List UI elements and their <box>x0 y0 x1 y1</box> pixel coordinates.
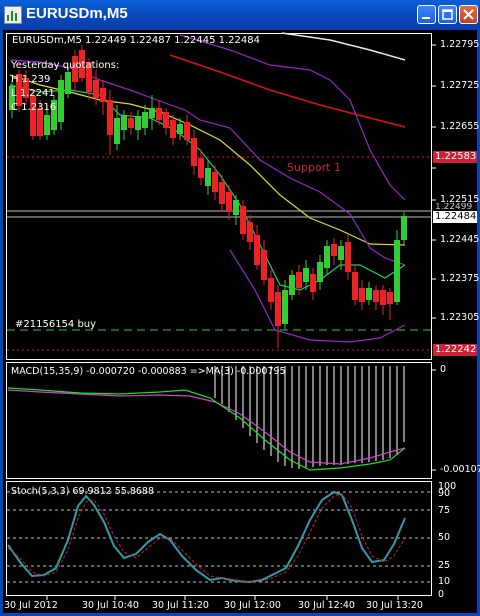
yesterday-close: C 1.2316 <box>11 102 57 113</box>
yesterday-high: H 1.239 <box>11 74 51 85</box>
ma-white-line <box>281 32 406 61</box>
macd-signal-line <box>7 389 406 465</box>
price-tick: 1.22795 <box>440 39 480 50</box>
stoch-tick: 90 <box>438 488 451 499</box>
macd-histogram <box>214 366 405 469</box>
yesterday-title: Yesterday quotations: <box>11 60 120 71</box>
price-tick: 1.22725 <box>440 80 480 91</box>
price-tick: 1.22375 <box>440 273 480 284</box>
order-price-marker: 1.22242 <box>433 344 477 356</box>
macd-label: MACD(15,35,9) -0.000720 -0.000883 =>MA(3… <box>11 366 286 377</box>
support-price-marker: 1.22583 <box>433 151 477 163</box>
stoch-tick: 10 <box>438 576 451 587</box>
stoch-levels <box>7 491 432 583</box>
stoch-label: Stoch(5,3,3) 69.9812 55.8688 <box>11 486 155 497</box>
time-tick: 30 Jul 12:00 <box>224 600 281 611</box>
stoch-tick: 50 <box>438 532 451 543</box>
time-tick: 30 Jul 10:40 <box>82 600 139 611</box>
candlesticks <box>9 45 407 348</box>
chart-canvas <box>6 32 436 600</box>
price-tick: 1.22445 <box>440 234 480 245</box>
stoch-tick: 25 <box>438 560 451 571</box>
order-label: #21156154 buy <box>15 319 97 330</box>
price-axis-ticks <box>432 44 436 319</box>
stoch-main-line <box>7 490 406 584</box>
chart-header: EURUSDm,M5 1.22449 1.22487 1.22445 1.224… <box>12 35 260 46</box>
time-tick: 30 Jul 11:20 <box>152 600 209 611</box>
stoch-tick: 0 <box>438 589 445 600</box>
time-tick: 30 Jul 13:20 <box>366 600 423 611</box>
time-tick: 30 Jul 2012 <box>4 600 58 611</box>
macd-axis-bottom: -0.00107 <box>440 464 480 475</box>
ma-red-line <box>169 54 406 128</box>
yesterday-low: L 1.2241 <box>11 88 55 99</box>
price-tick: 1.22305 <box>440 312 480 323</box>
time-tick: 30 Jul 12:40 <box>298 600 355 611</box>
support-label: Support 1 <box>287 161 341 174</box>
ask-price-marker: 1.22499 <box>433 203 477 211</box>
macd-panel-border <box>6 362 432 479</box>
macd-axis-top: 0 <box>440 364 447 375</box>
bid-price-marker: 1.22484 <box>433 211 477 223</box>
price-tick: 1.22655 <box>440 121 480 132</box>
stoch-tick: 75 <box>438 505 451 516</box>
